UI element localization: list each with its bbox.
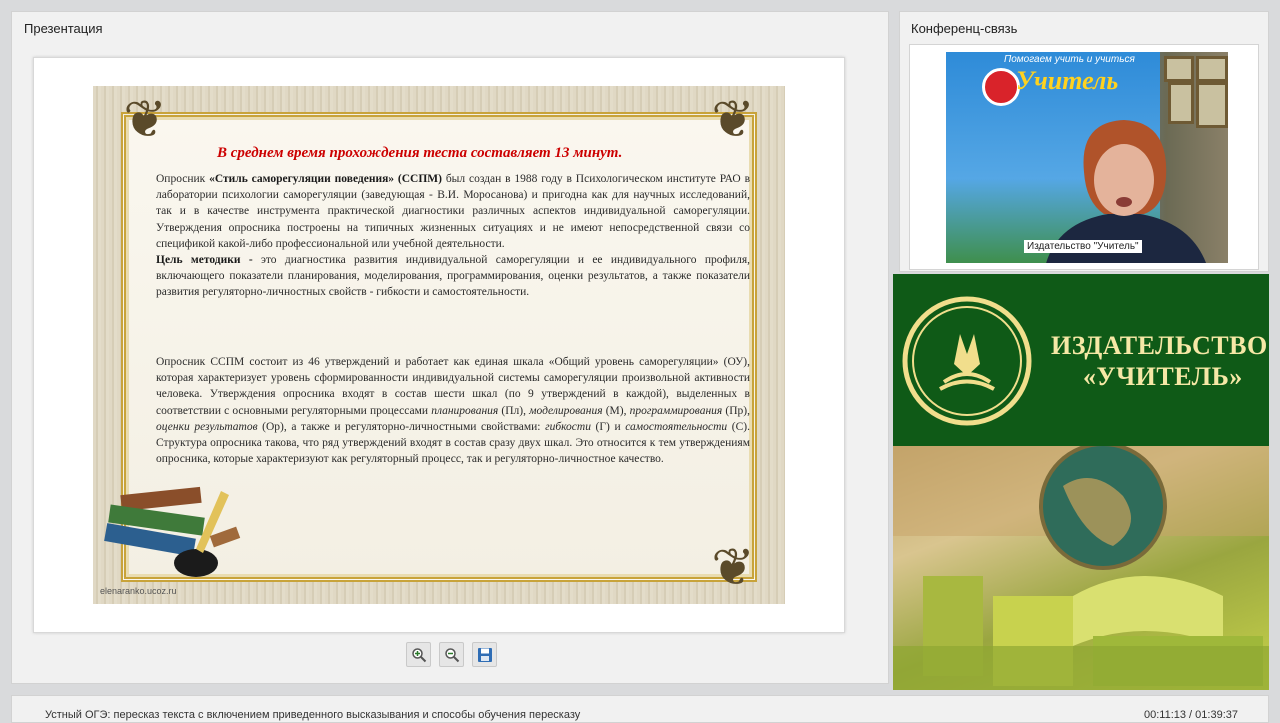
publisher-name-line2: «УЧИТЕЛЬ» bbox=[1083, 362, 1243, 391]
slide-paragraph: Опросник ССПМ состоит из 46 утверждений … bbox=[156, 356, 750, 466]
slide: ❦ ❦ ❦ В среднем время прохождения теста … bbox=[93, 86, 785, 604]
conference-title: Конференц-связь bbox=[911, 21, 1018, 36]
video-container: Помогаем учить и учиться Учитель Издател… bbox=[909, 44, 1259, 270]
zoom-in-button[interactable] bbox=[406, 642, 431, 667]
books-illustration bbox=[104, 486, 241, 577]
ornament-icon: ❦ bbox=[123, 91, 167, 149]
slide-heading: В среднем время прохождения теста состав… bbox=[217, 145, 623, 161]
camera-label: Издательство "Учитель" bbox=[1024, 240, 1142, 253]
slide-viewport[interactable]: ❦ ❦ ❦ В среднем время прохождения теста … bbox=[33, 57, 845, 633]
presentation-panel: Презентация ❦ ❦ ❦ В среднем время прохож… bbox=[11, 11, 889, 684]
zoom-out-button[interactable] bbox=[439, 642, 464, 667]
zoom-out-icon bbox=[445, 648, 460, 663]
wall-frame bbox=[1164, 56, 1194, 82]
presentation-title: Презентация bbox=[24, 21, 103, 36]
playback-timer: 00:11:13 / 01:39:37 bbox=[1144, 709, 1238, 721]
publisher-name-line1: ИЗДАТЕЛЬСТВО bbox=[1051, 331, 1268, 360]
slide-paragraph: Опросник «Стиль саморегуляции поведения»… bbox=[156, 173, 750, 299]
conference-panel: Конференц-связь Помогаем учить и учиться… bbox=[899, 11, 1269, 272]
zoom-in-icon bbox=[412, 648, 427, 663]
publisher-emblem-icon bbox=[902, 296, 1032, 426]
publisher-logo-icon bbox=[982, 68, 1020, 106]
banner-logo-text: Учитель bbox=[1016, 66, 1119, 95]
books-globe-image bbox=[893, 446, 1269, 690]
save-button[interactable] bbox=[472, 642, 497, 667]
status-bar: Устный ОГЭ: пересказ текста с включением… bbox=[11, 695, 1269, 723]
speaker-avatar bbox=[1046, 120, 1207, 263]
ornament-icon: ❦ bbox=[711, 539, 755, 597]
slide-watermark: elenaranko.ucoz.ru bbox=[100, 586, 177, 596]
publisher-banner: ИЗДАТЕЛЬСТВО «УЧИТЕЛЬ» bbox=[893, 274, 1269, 446]
video-feed[interactable]: Помогаем учить и учиться Учитель Издател… bbox=[946, 52, 1228, 263]
course-title: Устный ОГЭ: пересказ текста с включением… bbox=[45, 709, 581, 721]
wall-frame bbox=[1196, 56, 1228, 82]
save-icon bbox=[478, 648, 492, 662]
banner-slogan: Помогаем учить и учиться bbox=[1004, 54, 1135, 65]
ornament-icon: ❦ bbox=[711, 91, 755, 149]
books-photo bbox=[893, 446, 1269, 690]
